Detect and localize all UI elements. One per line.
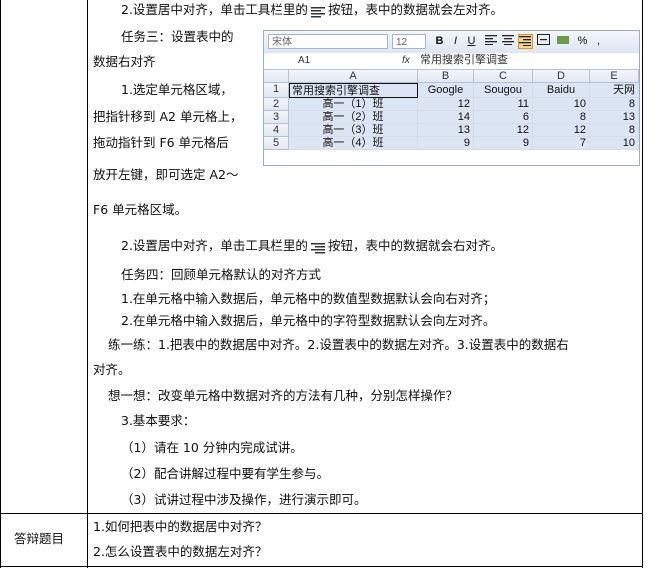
row-header[interactable]: 2 (264, 98, 289, 111)
practice-line-cont: 对齐。 (93, 362, 131, 377)
excel-screenshot: 宋体 12 B I U % , A1 fx 常用搜索引擎调查 A B C D E (263, 30, 640, 166)
step1-line-e: F6 单元格区域。 (93, 202, 188, 217)
cell-value[interactable]: 12 (533, 124, 590, 137)
think-line: 想一想：改变单元格中数据对齐的方法有几种，分别怎样操作？ (108, 388, 459, 403)
row-header[interactable]: 5 (264, 137, 289, 150)
formula-bar: A1 fx 常用搜索引擎调查 (264, 53, 639, 70)
table-border-divider (87, 0, 88, 568)
align-right-icon (310, 241, 326, 253)
cell-value[interactable]: 14 (418, 111, 474, 124)
cell-class[interactable]: 高一（2）班 (289, 111, 418, 124)
cell-header[interactable]: Google (418, 83, 474, 98)
text: 按钮，表中的数据就会左对齐。 (327, 2, 503, 17)
row-divider (0, 513, 643, 514)
cell-title[interactable]: 常用搜索引擎调查 (289, 83, 418, 98)
defense-question-2: 2.怎么设置表中的数据左对齐？ (93, 544, 268, 559)
text: 按钮，表中的数据就会右对齐。 (327, 238, 503, 253)
merge-center-button[interactable] (536, 34, 551, 49)
cell-value[interactable]: 11 (474, 98, 533, 111)
underline-button[interactable]: U (464, 34, 479, 49)
italic-button[interactable]: I (448, 34, 463, 49)
excel-toolbar: 宋体 12 B I U % , (264, 31, 639, 54)
font-size-select[interactable]: 12 (392, 34, 426, 49)
line-task2-left: 2.设置居中对齐，单击工具栏里的 按钮，表中的数据就会左对齐。 (121, 1, 503, 19)
step1-line-b: 把指针移到 A2 单元格上， (93, 109, 243, 124)
cell-value[interactable]: 12 (418, 98, 474, 111)
requirements-title: 3.基本要求： (121, 413, 196, 428)
cell-value[interactable]: 8 (590, 124, 639, 137)
cell-value[interactable]: 12 (474, 124, 533, 137)
percent-button[interactable]: % (575, 34, 590, 49)
table-border-bottom (0, 566, 643, 567)
column-header[interactable]: B (418, 70, 474, 83)
line-step2-right: 2.设置居中对齐，单击工具栏里的 按钮，表中的数据就会右对齐。 (121, 237, 503, 255)
cell-value[interactable]: 13 (418, 124, 474, 137)
align-center-button[interactable] (501, 34, 516, 49)
cell-value[interactable]: 8 (590, 98, 639, 111)
bold-button[interactable]: B (432, 34, 447, 49)
align-left-button[interactable] (484, 34, 499, 49)
comma-button[interactable]: , (591, 34, 606, 49)
name-box[interactable]: A1 (268, 54, 378, 67)
defense-question-1: 1.如何把表中的数据居中对齐？ (93, 519, 268, 534)
step1-line-c: 拖动指针到 F6 单元格后 (93, 135, 229, 150)
cell-value[interactable]: 10 (590, 137, 639, 150)
cell-value[interactable]: 8 (533, 111, 590, 124)
cell-value[interactable]: 13 (590, 111, 639, 124)
task4-item2: 2.在单元格中输入数据后，单元格中的字符型数据默认会向左对齐。 (121, 313, 496, 328)
requirement-1: （1）请在 10 分钟内完成试讲。 (121, 440, 303, 455)
cell-header[interactable]: Baidu (533, 83, 590, 98)
task3-title: 任务三：设置表中的 (121, 29, 234, 44)
defense-label: 答辩题目 (14, 531, 65, 546)
cell-value[interactable]: 6 (474, 111, 533, 124)
text: 2.设置居中对齐，单击工具栏里的 (121, 238, 308, 253)
align-left-icon (310, 5, 326, 17)
practice-line: 练一练：1.把表中的数据居中对齐。2.设置表中的数据左对齐。3.设置表中的数据右 (108, 337, 569, 352)
cell-header[interactable]: Sougou (474, 83, 533, 98)
column-header[interactable]: E (590, 70, 639, 83)
table-border-right (642, 0, 643, 568)
cell-class[interactable]: 高一（3）班 (289, 124, 418, 137)
task3-title-cont: 数据右对齐 (93, 54, 156, 69)
cell-value[interactable]: 7 (533, 137, 590, 150)
currency-button[interactable] (556, 34, 571, 49)
table-border-left (0, 0, 1, 568)
font-select[interactable]: 宋体 (268, 34, 388, 49)
cell-class[interactable]: 高一（1）班 (289, 98, 418, 111)
cell-value[interactable]: 9 (418, 137, 474, 150)
task4-title: 任务四：回顾单元格默认的对齐方式 (121, 267, 322, 282)
step1-line-d: 放开左键，即可选定 A2～ (93, 167, 239, 182)
cell-value[interactable]: 10 (533, 98, 590, 111)
fx-icon[interactable]: fx (402, 54, 410, 67)
task4-item1: 1.在单元格中输入数据后，单元格中的数值型数据默认会向右对齐； (121, 291, 496, 306)
corner-cell[interactable] (264, 70, 289, 83)
formula-input[interactable]: 常用搜索引擎调查 (420, 54, 508, 67)
row-header[interactable]: 4 (264, 124, 289, 137)
step1-line-a: 1.选定单元格区域， (121, 82, 233, 97)
cell-value[interactable]: 9 (474, 137, 533, 150)
cell-class[interactable]: 高一（4）班 (289, 137, 418, 150)
requirement-3: （3）试讲过程中涉及操作，进行演示即可。 (121, 492, 367, 507)
column-header[interactable]: C (474, 70, 533, 83)
row-header[interactable]: 1 (264, 83, 289, 98)
text: 2.设置居中对齐，单击工具栏里的 (121, 2, 308, 17)
requirement-2: （2）配合讲解过程中要有学生参与。 (121, 466, 329, 481)
row-header[interactable]: 3 (264, 111, 289, 124)
column-header[interactable]: A (289, 70, 418, 83)
cell-header[interactable]: 天网 (590, 83, 639, 98)
align-right-button[interactable] (518, 34, 533, 49)
column-header[interactable]: D (533, 70, 590, 83)
